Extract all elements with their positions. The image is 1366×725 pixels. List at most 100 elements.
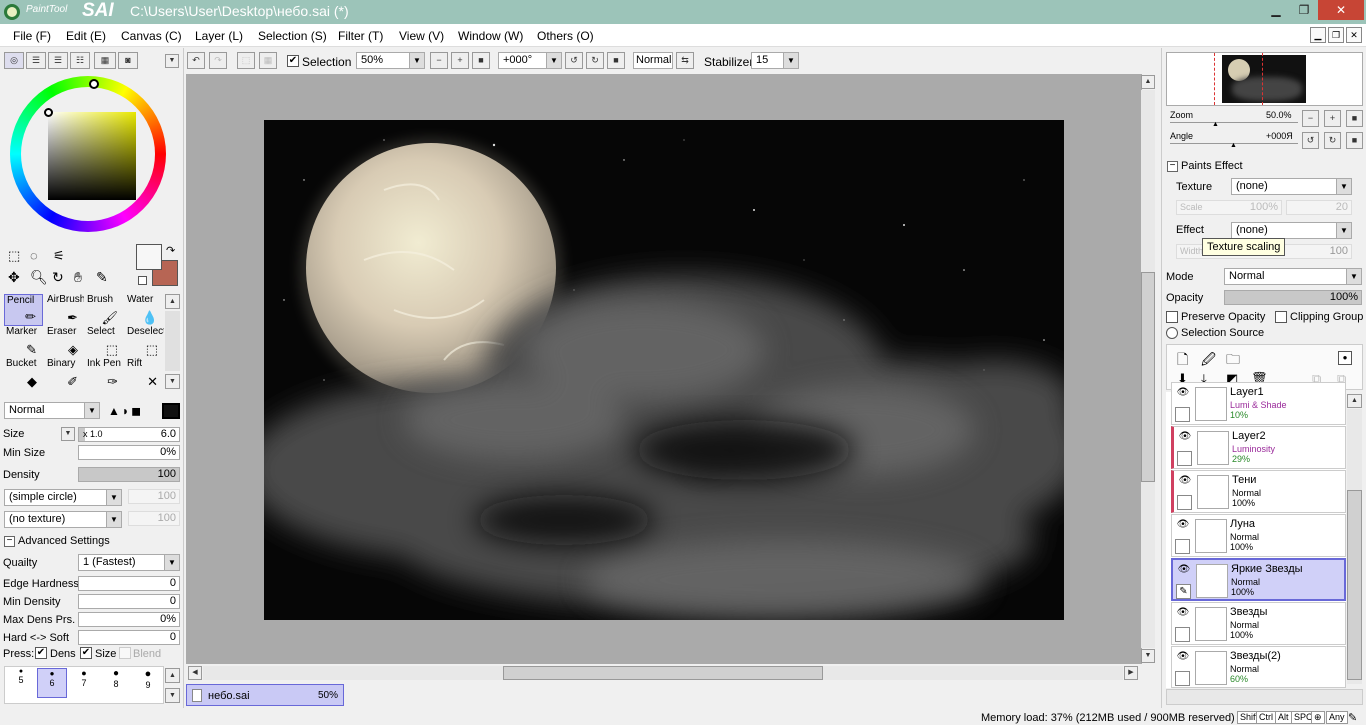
selection-source-radio[interactable]: [1166, 327, 1178, 339]
hscroll-right-button[interactable]: ▶: [1124, 666, 1138, 680]
layer-item[interactable]: 👁 Layer2 Luminosity 29%: [1171, 426, 1346, 469]
menu-window[interactable]: Window (W): [458, 29, 523, 43]
menu-canvas[interactable]: Canvas (C): [121, 29, 182, 43]
layer-lock-icon[interactable]: [1177, 451, 1192, 466]
transparent-color-icon[interactable]: [138, 276, 147, 285]
brush-size-preset[interactable]: ● 9: [133, 668, 163, 698]
edge-hardness-slider[interactable]: 0: [78, 576, 180, 591]
redo-button[interactable]: ↷: [209, 52, 227, 69]
brush-size-preset[interactable]: ● 7: [69, 668, 99, 698]
zoom-reset-button[interactable]: ■: [472, 52, 490, 69]
tool-binary[interactable]: Binary ✐: [45, 358, 84, 390]
tool-bucket[interactable]: Bucket ◆: [4, 358, 43, 390]
sv-picker-handle[interactable]: [44, 108, 53, 117]
deselect-button[interactable]: ⬚: [237, 52, 255, 69]
visibility-eye-icon[interactable]: 👁: [1175, 519, 1191, 533]
rect-select-icon[interactable]: ⬚: [8, 248, 20, 264]
brush-shape-presets[interactable]: ▲◗◼: [108, 404, 143, 418]
tool-select[interactable]: Select ⬚: [85, 326, 124, 358]
min-density-slider[interactable]: 0: [78, 594, 180, 609]
zoom-dropdown[interactable]: 50% ▼: [356, 52, 425, 69]
rotation-dropdown[interactable]: +000° ▼: [498, 52, 562, 69]
drawing-canvas[interactable]: [264, 120, 1064, 620]
layer-opacity-slider[interactable]: 100%: [1224, 290, 1362, 305]
foreground-color-swatch[interactable]: [136, 244, 162, 270]
stabilizer-dropdown[interactable]: 15 ▼: [751, 52, 799, 69]
zoom-out-button[interactable]: −: [430, 52, 448, 69]
brush-texture-dropdown[interactable]: (no texture) ▼: [4, 511, 122, 528]
collapse-icon[interactable]: −: [4, 536, 15, 547]
min-size-slider[interactable]: 0%: [78, 445, 180, 460]
hand-icon[interactable]: ✋︎: [74, 269, 82, 286]
panel-menu-button[interactable]: ▼: [165, 54, 179, 68]
hscroll-left-button[interactable]: ◀: [188, 666, 202, 680]
color-mixer-tab[interactable]: ☷: [70, 52, 90, 69]
layer-paint-icon[interactable]: ✎: [1176, 584, 1191, 599]
layer-item[interactable]: 👁 Луна Normal 100%: [1171, 514, 1346, 557]
scratchpad-tab[interactable]: ◙: [118, 52, 138, 69]
minimize-button[interactable]: ▁: [1262, 0, 1290, 20]
brush-shape-square[interactable]: [162, 403, 180, 419]
tool-airbrush[interactable]: AirBrush ✒: [45, 294, 84, 326]
tool-scroll-down-button[interactable]: ▼: [165, 374, 180, 389]
layer-scrollbar-thumb[interactable]: [1347, 490, 1362, 680]
selection-checkbox[interactable]: ✔: [287, 55, 299, 67]
nav-rotate-reset-button[interactable]: ■: [1346, 132, 1363, 149]
color-wheel-tab[interactable]: ◎: [4, 52, 24, 69]
tool-brush[interactable]: Brush 🖌: [85, 294, 124, 326]
size-slider[interactable]: x 1.0 6.0: [78, 427, 180, 442]
layer-lock-icon[interactable]: [1177, 495, 1192, 510]
density-slider[interactable]: 100: [78, 467, 180, 482]
view-mode-dropdown[interactable]: Normal: [633, 52, 673, 69]
preserve-opacity-checkbox[interactable]: [1166, 311, 1178, 323]
size-preset-scroll-up-button[interactable]: ▲: [165, 668, 180, 683]
tool-inkpen[interactable]: Ink Pen ✑: [85, 358, 124, 390]
press-blend-checkbox[interactable]: [119, 647, 131, 659]
menu-selection[interactable]: Selection (S): [258, 29, 327, 43]
effect-dropdown[interactable]: (none) ▼: [1231, 222, 1352, 239]
rotate-icon[interactable]: ↻: [52, 269, 64, 286]
max-dens-slider[interactable]: 0%: [78, 612, 180, 627]
navigator-preview[interactable]: [1166, 52, 1363, 106]
clipping-group-checkbox[interactable]: [1275, 311, 1287, 323]
invert-selection-button[interactable]: ▦: [259, 52, 277, 69]
visibility-eye-icon[interactable]: 👁: [1175, 607, 1191, 621]
vscroll-up-button[interactable]: ▲: [1141, 75, 1155, 89]
tool-deselect[interactable]: Deselect ⬚: [125, 326, 164, 358]
zoom-in-button[interactable]: +: [451, 52, 469, 69]
visibility-eye-icon[interactable]: 👁: [1175, 651, 1191, 665]
tool-eraser[interactable]: Eraser ◈: [45, 326, 84, 358]
mdi-close-button[interactable]: ✕: [1346, 27, 1362, 43]
press-size-checkbox[interactable]: ✔: [80, 647, 92, 659]
nav-zoom-slider[interactable]: [1170, 122, 1298, 123]
maximize-button[interactable]: ❐: [1290, 0, 1318, 20]
undo-button[interactable]: ↶: [187, 52, 205, 69]
layer-lock-icon[interactable]: [1175, 539, 1190, 554]
nav-zoom-handle[interactable]: ▲: [1212, 121, 1219, 128]
brush-size-preset[interactable]: ● 8: [101, 668, 131, 698]
layer-lock-icon[interactable]: [1175, 627, 1190, 642]
zoom-icon[interactable]: 🔍︎: [30, 269, 48, 286]
brush-size-preset[interactable]: ● 6: [37, 668, 67, 698]
rgb-slider-tab[interactable]: ☰: [26, 52, 46, 69]
flip-horizontal-button[interactable]: ⇆: [676, 52, 694, 69]
layer-item[interactable]: 👁 Тени Normal 100%: [1171, 470, 1346, 513]
menu-file[interactable]: File (F): [13, 29, 51, 43]
texture-dropdown[interactable]: (none) ▼: [1231, 178, 1352, 195]
saturation-value-square[interactable]: [48, 112, 136, 200]
nav-angle-handle[interactable]: ▲: [1230, 142, 1237, 149]
tool-water[interactable]: Water 💧: [125, 294, 164, 326]
rotate-right-button[interactable]: ↻: [586, 52, 604, 69]
brush-size-preset[interactable]: ● 5: [6, 668, 36, 698]
document-tab[interactable]: небо.sai 50%: [186, 684, 344, 706]
menu-view[interactable]: View (V): [399, 29, 444, 43]
hue-picker-handle[interactable]: [89, 79, 99, 89]
nav-rotate-right-button[interactable]: ↻: [1324, 132, 1341, 149]
nav-zoom-in-button[interactable]: +: [1324, 110, 1341, 127]
menu-layer[interactable]: Layer (L): [195, 29, 243, 43]
visibility-eye-icon[interactable]: 👁: [1176, 564, 1192, 578]
layer-item-active[interactable]: 👁 ✎ Яркие Звезды Normal 100%: [1171, 558, 1346, 601]
layer-lock-icon[interactable]: [1175, 671, 1190, 686]
hsv-slider-tab[interactable]: ☰: [48, 52, 68, 69]
paints-effect-header[interactable]: Paints Effect: [1181, 160, 1243, 172]
